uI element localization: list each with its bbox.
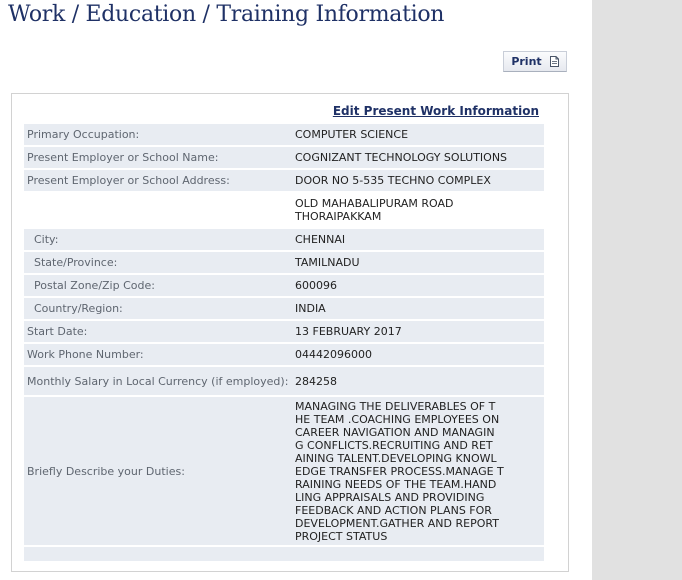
salary-label: Monthly Salary in Local Currency (if emp… xyxy=(24,366,292,397)
duties-line: LING APPRAISALS AND PROVIDING xyxy=(295,490,485,504)
table-row: Present Employer or School Address: DOOR… xyxy=(24,169,544,193)
work-phone-label: Work Phone Number: xyxy=(24,343,292,367)
duties-value: MANAGING THE DELIVERABLES OF T HE TEAM .… xyxy=(292,396,544,547)
duties-line: DEVELOPMENT.GATHER AND REPORT xyxy=(295,516,499,530)
table-row: Country/Region: INDIA xyxy=(24,297,544,321)
edit-work-info-link[interactable]: Edit Present Work Information xyxy=(333,104,539,118)
employer-label: Present Employer or School Name: xyxy=(24,146,292,170)
table-row: City: CHENNAI xyxy=(24,228,544,252)
duties-line: HE TEAM .COACHING EMPLOYEES ON xyxy=(295,412,500,426)
spacer-cell xyxy=(24,546,292,563)
state-value: TAMILNADU xyxy=(292,251,544,275)
print-button[interactable]: Print xyxy=(503,51,567,72)
table-row: Work Phone Number: 04442096000 xyxy=(24,343,544,367)
table-row: OLD MAHABALIPURAM ROAD THORAIPAKKAM xyxy=(24,192,544,229)
spacer-cell xyxy=(292,546,544,563)
address-continued-value: OLD MAHABALIPURAM ROAD THORAIPAKKAM xyxy=(292,192,544,229)
start-date-label: Start Date: xyxy=(24,320,292,344)
occupation-value: COMPUTER SCIENCE xyxy=(292,124,544,147)
address-line1-value: DOOR NO 5-535 TECHNO COMPLEX xyxy=(292,169,544,193)
duties-line: EDGE TRANSFER PROCESS.MANAGE T xyxy=(295,464,504,478)
country-label: Country/Region: xyxy=(24,297,292,321)
table-row: Postal Zone/Zip Code: 600096 xyxy=(24,274,544,298)
table-row xyxy=(24,546,544,563)
postal-value: 600096 xyxy=(292,274,544,298)
occupation-label: Primary Occupation: xyxy=(24,124,292,147)
table-row: Briefly Describe your Duties: MANAGING T… xyxy=(24,396,544,547)
print-button-label: Print xyxy=(511,55,542,68)
city-value: CHENNAI xyxy=(292,228,544,252)
table-row: Start Date: 13 FEBRUARY 2017 xyxy=(24,320,544,344)
table-row: State/Province: TAMILNADU xyxy=(24,251,544,275)
work-info-panel: Edit Present Work Information Primary Oc… xyxy=(11,93,569,572)
address-label: Present Employer or School Address: xyxy=(24,169,292,193)
duties-label: Briefly Describe your Duties: xyxy=(24,396,292,547)
page-title: Work / Education / Training Information xyxy=(8,2,445,27)
duties-line: MANAGING THE DELIVERABLES OF T xyxy=(295,399,496,413)
duties-line: G CONFLICTS.RECRUITING AND RET xyxy=(295,438,493,452)
duties-line: PROJECT STATUS xyxy=(295,529,388,543)
salary-value: 284258 xyxy=(292,366,544,397)
state-label: State/Province: xyxy=(24,251,292,275)
postal-label: Postal Zone/Zip Code: xyxy=(24,274,292,298)
start-date-value: 13 FEBRUARY 2017 xyxy=(292,320,544,344)
employer-value: COGNIZANT TECHNOLOGY SOLUTIONS xyxy=(292,146,544,170)
work-phone-value: 04442096000 xyxy=(292,343,544,367)
address-line3-value: THORAIPAKKAM xyxy=(295,210,382,223)
address-continued-label xyxy=(24,192,292,229)
duties-line: FEEDBACK AND ACTION PLANS FOR xyxy=(295,503,492,517)
table-row: Present Employer or School Name: COGNIZA… xyxy=(24,146,544,170)
work-info-table: Primary Occupation: COMPUTER SCIENCE Pre… xyxy=(24,124,544,563)
right-gutter xyxy=(592,0,682,580)
duties-line: CAREER NAVIGATION AND MANAGIN xyxy=(295,425,495,439)
table-row: Primary Occupation: COMPUTER SCIENCE xyxy=(24,124,544,147)
duties-line: AINING TALENT.DEVELOPING KNOWL xyxy=(295,451,497,465)
duties-line: RAINING NEEDS OF THE TEAM.HAND xyxy=(295,477,497,491)
country-value: INDIA xyxy=(292,297,544,321)
table-row: Monthly Salary in Local Currency (if emp… xyxy=(24,366,544,397)
city-label: City: xyxy=(24,228,292,252)
address-line2-value: OLD MAHABALIPURAM ROAD xyxy=(295,197,454,210)
document-icon xyxy=(549,56,559,67)
